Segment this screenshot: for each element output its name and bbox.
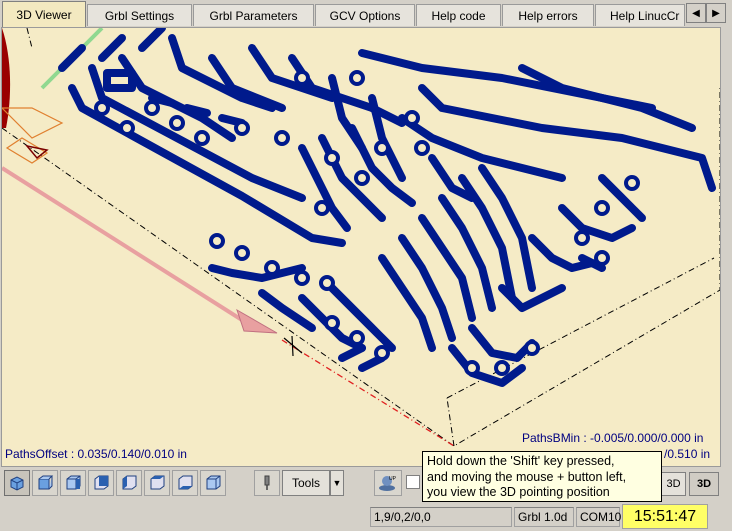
view-right-button[interactable] xyxy=(60,470,86,496)
tools-dropdown[interactable]: Tools xyxy=(282,470,330,496)
upload-button[interactable]: UP xyxy=(374,470,402,496)
tab-scroll-right-button[interactable]: ▶ xyxy=(706,3,726,23)
tooltip-line-1: Hold down the 'Shift' key pressed, xyxy=(427,454,615,468)
arrow-left-icon: ◀ xyxy=(692,7,700,19)
view-fit-icon xyxy=(206,475,221,490)
probe-tool-icon xyxy=(264,475,270,490)
tab-gcv-options[interactable]: GCV Options xyxy=(315,4,415,26)
status-port: COM10 xyxy=(576,507,621,527)
status-clock: 15:51:47 xyxy=(622,504,708,529)
view-top-icon xyxy=(150,475,165,490)
tab-grbl-parameters[interactable]: Grbl Parameters xyxy=(193,4,314,26)
status-grbl-version: Grbl 1.0d xyxy=(514,507,574,527)
view-left-icon xyxy=(122,475,137,490)
upload-icon: UP xyxy=(379,476,397,491)
tooltip: Hold down the 'Shift' key pressed, and m… xyxy=(422,451,662,502)
view-front-button[interactable] xyxy=(32,470,58,496)
svg-text:UP: UP xyxy=(389,476,397,482)
tab-bar: 3D Viewer Grbl Settings Grbl Parameters … xyxy=(0,0,732,28)
view-3d-label-a: 3D xyxy=(666,478,681,490)
view-top-button[interactable] xyxy=(144,470,170,496)
view-3d-button-a[interactable]: 3D xyxy=(661,472,686,496)
view-bottom-icon xyxy=(178,475,193,490)
paths-bmax-label: /0.510 in xyxy=(664,447,711,461)
view-iso-button[interactable] xyxy=(4,470,30,496)
probe-tool-button[interactable] xyxy=(254,470,280,496)
paths-bmin-label: PathsBMin : -0.005/0.000/0.000 in xyxy=(522,431,704,445)
view-back-button[interactable] xyxy=(88,470,114,496)
viewer-edge xyxy=(721,27,732,467)
pcb-toolpath-render xyxy=(2,28,720,447)
view-fit-button[interactable] xyxy=(200,470,226,496)
view-iso-icon xyxy=(10,476,24,491)
tools-label: Tools xyxy=(291,476,320,490)
tab-help-linuccr[interactable]: Help LinucCr xyxy=(595,4,685,26)
view-front-icon xyxy=(38,475,54,490)
option-checkbox[interactable] xyxy=(406,475,420,489)
view-left-button[interactable] xyxy=(116,470,142,496)
view-back-icon xyxy=(94,475,109,490)
tooltip-line-3: you view the 3D pointing position xyxy=(427,485,610,499)
view-right-icon xyxy=(66,475,81,490)
tooltip-line-2: and moving the mouse + button left, xyxy=(427,469,627,484)
tools-dropdown-arrow[interactable]: ▼ xyxy=(330,470,344,496)
tab-help-errors[interactable]: Help errors xyxy=(502,4,594,26)
tab-3d-viewer[interactable]: 3D Viewer xyxy=(2,1,86,27)
3d-viewport[interactable]: PathsOffset : 0.035/0.140/0.010 in Paths… xyxy=(1,27,721,467)
status-coords: 1,9/0,2/0,0 xyxy=(370,507,512,527)
view-3d-button-b[interactable]: 3D xyxy=(689,472,719,496)
chevron-down-icon: ▼ xyxy=(332,478,342,488)
paths-offset-label: PathsOffset : 0.035/0.140/0.010 in xyxy=(5,447,187,461)
tab-help-code[interactable]: Help code xyxy=(416,4,501,26)
view-3d-label-b: 3D xyxy=(696,478,712,490)
tab-scroll-left-button[interactable]: ◀ xyxy=(686,3,706,23)
tab-grbl-settings[interactable]: Grbl Settings xyxy=(87,4,192,26)
arrow-right-icon: ▶ xyxy=(712,7,720,19)
view-bottom-button[interactable] xyxy=(172,470,198,496)
